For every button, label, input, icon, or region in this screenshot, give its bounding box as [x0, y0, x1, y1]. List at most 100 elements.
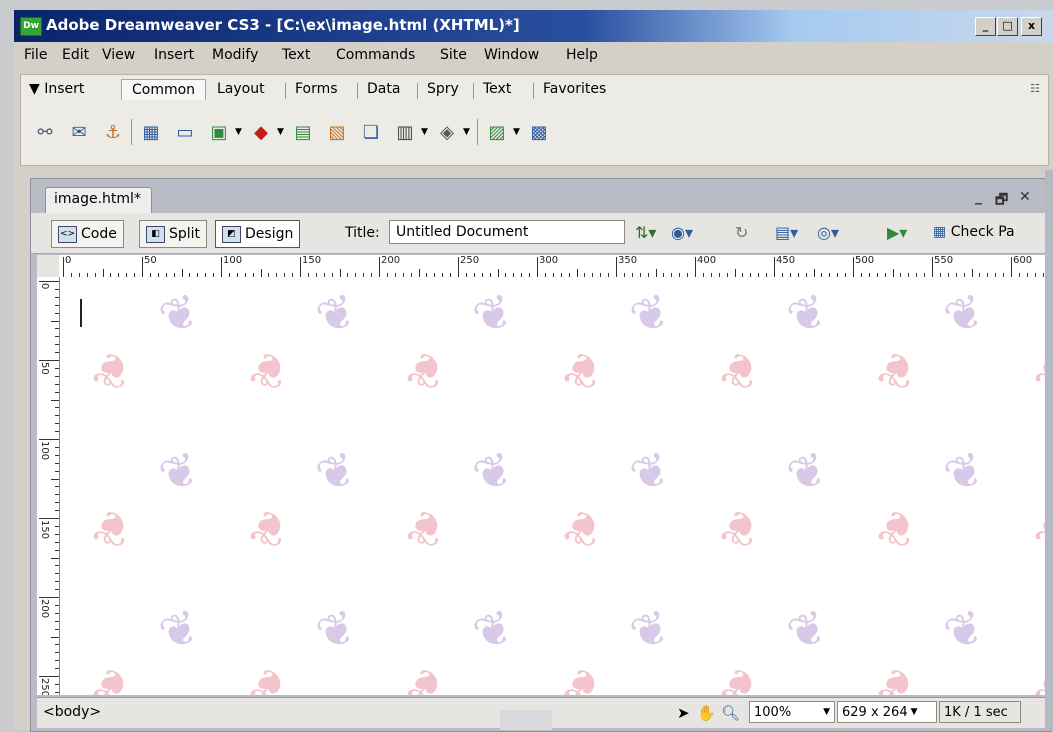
visual-aids-icon[interactable]: ◎▾: [817, 223, 839, 242]
menu-file[interactable]: File: [24, 47, 47, 63]
server-include-icon[interactable]: ▧: [325, 121, 349, 143]
title-bar[interactable]: Dw Adobe Dreamweaver CS3 - [C:\ex\image.…: [14, 10, 1053, 42]
doc-minimize-button[interactable]: _: [975, 189, 982, 205]
ruler-tick: [181, 269, 183, 277]
pointer-tool-icon[interactable]: ➤: [677, 704, 690, 722]
leaf-pattern-icon: ❦: [868, 654, 924, 695]
ruler-tick: [55, 288, 59, 290]
code-view-button[interactable]: <> Code: [51, 220, 124, 248]
file-management-icon[interactable]: ⇅▾: [635, 223, 656, 242]
chevron-down-icon[interactable]: ▼: [235, 127, 242, 137]
ruler-tick: [55, 407, 59, 409]
document-title-input[interactable]: [389, 220, 625, 244]
document-tab[interactable]: image.html*: [45, 187, 152, 215]
preview-browser-icon[interactable]: ◉▾: [671, 223, 693, 242]
media-icon[interactable]: ◆: [249, 121, 273, 143]
ruler-tick: [55, 304, 59, 306]
minimize-button[interactable]: _: [975, 17, 996, 36]
panel-options-icon[interactable]: ☷: [1030, 82, 1040, 95]
tag-chooser-icon[interactable]: ▩: [527, 121, 551, 143]
leaf-pattern-icon: ❦: [711, 338, 767, 402]
tab-forms[interactable]: Forms: [295, 81, 338, 97]
named-anchor-icon[interactable]: ⚓: [101, 121, 125, 143]
ruler-tick: [55, 691, 59, 693]
zoom-select[interactable]: 100% ▼: [749, 701, 835, 723]
panel-dock-edge[interactable]: [1045, 170, 1053, 730]
chevron-down-icon[interactable]: ▼: [421, 127, 428, 137]
tab-data[interactable]: Data: [367, 81, 400, 97]
download-size: 1K / 1 sec: [939, 701, 1021, 723]
image-icon[interactable]: ▣: [207, 121, 231, 143]
ruler-label: 500: [855, 255, 875, 266]
ruler-tick: [55, 533, 59, 535]
tab-favorites[interactable]: Favorites: [543, 81, 606, 97]
tab-common[interactable]: Common: [121, 79, 207, 100]
check-page-icon: ▦: [933, 224, 951, 240]
ruler-tick: [63, 257, 64, 277]
tab-text[interactable]: Text: [483, 81, 511, 97]
head-icon[interactable]: ▥: [393, 121, 417, 143]
script-icon[interactable]: ◈: [435, 121, 459, 143]
check-page-button[interactable]: ▦ Check Pa: [933, 224, 1015, 240]
design-view-button[interactable]: ◩ Design: [215, 220, 301, 248]
doc-restore-button[interactable]: 🗗: [995, 189, 1008, 213]
date-icon[interactable]: ▤: [291, 121, 315, 143]
hyperlink-icon[interactable]: ⚯: [33, 121, 57, 143]
tag-selector[interactable]: <body>: [43, 704, 101, 720]
leaf-pattern-icon: ❦: [711, 654, 767, 695]
view-options-icon[interactable]: ▤▾: [775, 223, 798, 242]
menu-modify[interactable]: Modify: [212, 47, 258, 63]
ruler-tick: [55, 644, 59, 646]
table-icon[interactable]: ▦: [139, 121, 163, 143]
leaf-pattern-icon: ❦: [936, 282, 992, 346]
ruler-tick: [39, 439, 59, 440]
leaf-pattern-icon: ❦: [83, 338, 139, 402]
split-view-button[interactable]: ◧ Split: [139, 220, 208, 248]
dreamweaver-icon: Dw: [20, 17, 42, 36]
chevron-down-icon[interactable]: ▼: [513, 127, 520, 137]
leaf-pattern-icon: ❦: [240, 496, 296, 560]
menu-site[interactable]: Site: [440, 47, 467, 63]
ruler-tick: [55, 352, 59, 354]
ruler-label: 200: [381, 255, 401, 266]
validate-markup-icon[interactable]: ▶▾: [887, 223, 907, 242]
chevron-down-icon[interactable]: ▼: [277, 127, 284, 137]
insert-bar-title[interactable]: ▼ Insert: [29, 81, 84, 97]
menu-help[interactable]: Help: [566, 47, 598, 63]
div-icon[interactable]: ▭: [173, 121, 197, 143]
panel-expander[interactable]: [500, 710, 552, 730]
design-canvas[interactable]: ❦❦❦❦❦❦❦❦❦❦❦❦❦❦❦❦❦❦❦❦❦❦❦❦❦❦❦❦❦❦❦❦❦❦❦❦❦❦❦❦…: [60, 277, 1050, 695]
leaf-pattern-icon: ❦: [151, 282, 207, 346]
ruler-tick: [55, 391, 59, 393]
menu-window[interactable]: Window: [484, 47, 539, 63]
hand-tool-icon[interactable]: ✋: [697, 704, 716, 722]
leaf-pattern-icon: ❦: [554, 654, 610, 695]
menu-commands[interactable]: Commands: [336, 47, 415, 63]
ruler-origin[interactable]: [37, 255, 60, 278]
window-size-select[interactable]: 629 x 264 ▼: [837, 701, 937, 723]
ruler-tick: [39, 360, 59, 361]
check-page-label: Check Pa: [950, 224, 1015, 240]
menu-insert[interactable]: Insert: [154, 47, 194, 63]
chevron-down-icon[interactable]: ▼: [463, 127, 470, 137]
refresh-icon[interactable]: ↻: [735, 223, 748, 242]
tab-spry[interactable]: Spry: [427, 81, 459, 97]
leaf-pattern-icon: ❦: [240, 654, 296, 695]
tab-layout[interactable]: Layout: [217, 81, 265, 97]
comment-icon[interactable]: ❏: [359, 121, 383, 143]
ruler-tick: [55, 589, 59, 591]
email-link-icon[interactable]: ✉: [67, 121, 91, 143]
chevron-down-icon: ▼: [823, 707, 830, 717]
doc-close-button[interactable]: ✕: [1019, 189, 1031, 205]
title-label: Title:: [345, 225, 380, 241]
templates-icon[interactable]: ▨: [485, 121, 509, 143]
leaf-pattern-icon: ❦: [554, 338, 610, 402]
close-button[interactable]: x: [1021, 17, 1042, 36]
ruler-tick: [51, 320, 59, 322]
maximize-button[interactable]: □: [997, 17, 1018, 36]
ruler-tick: [142, 257, 143, 277]
zoom-tool-icon[interactable]: 🔍︎: [721, 704, 740, 722]
menu-view[interactable]: View: [102, 47, 135, 63]
menu-text[interactable]: Text: [282, 47, 310, 63]
menu-edit[interactable]: Edit: [62, 47, 89, 63]
